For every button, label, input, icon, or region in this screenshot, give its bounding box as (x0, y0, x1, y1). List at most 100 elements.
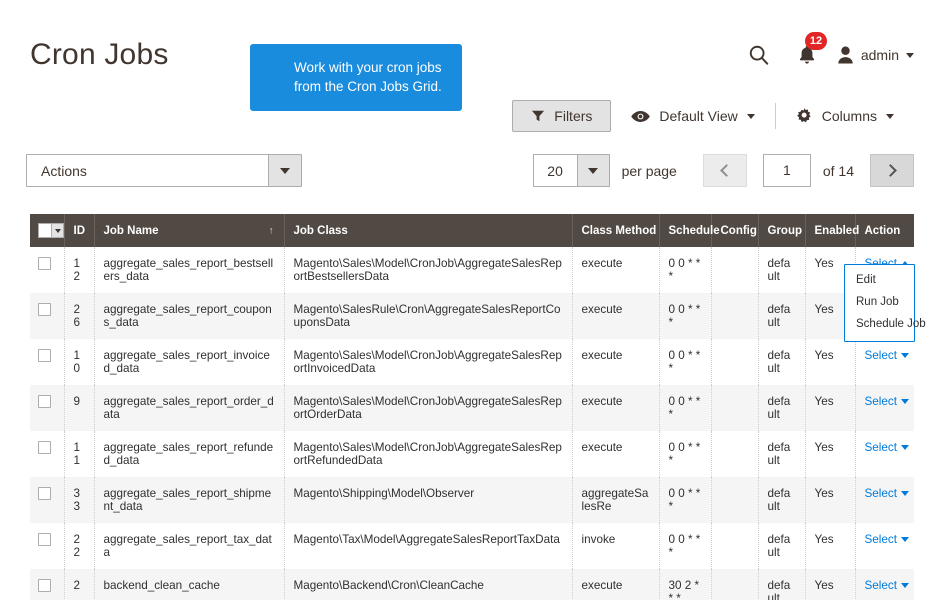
cell-id: 22 (64, 523, 95, 569)
cell-job-class: Magento\Sales\Model\CronJob\AggregateSal… (284, 431, 573, 477)
row-checkbox[interactable] (38, 441, 51, 454)
row-checkbox-cell[interactable] (30, 569, 65, 600)
cell-action[interactable]: Select (855, 431, 914, 477)
table-row[interactable]: 12 aggregate_sales_report_bestsellers_dat… (30, 247, 914, 293)
cell-job-name: aggregate_sales_report_coupons_data (94, 293, 285, 339)
per-page-value: 20 (547, 162, 563, 179)
th-id[interactable]: ID (64, 214, 95, 247)
actions-select[interactable]: Actions (26, 154, 302, 187)
row-checkbox[interactable] (38, 487, 51, 500)
cell-config (711, 293, 759, 339)
chevron-down-icon (900, 399, 909, 404)
th-group[interactable]: Group (758, 214, 806, 247)
table-row[interactable]: 10 aggregate_sales_report_invoiced_data Ma… (30, 339, 914, 385)
row-checkbox[interactable] (38, 395, 51, 408)
row-select-action[interactable]: Select (865, 533, 909, 546)
filters-button[interactable]: Filters (512, 100, 612, 132)
row-select-action[interactable]: Select (865, 487, 909, 500)
grid-toolbar: Filters Default View Columns (512, 100, 914, 132)
cell-id: 9 (64, 385, 95, 431)
th-action[interactable]: Action (855, 214, 914, 247)
previous-page-button[interactable] (702, 154, 747, 187)
chevron-down-icon (886, 113, 894, 119)
table-row[interactable]: 26 aggregate_sales_report_coupons_data Mag… (30, 293, 914, 339)
th-job-name[interactable]: Job Name ↑ (94, 214, 285, 247)
cell-group: default (758, 569, 806, 600)
default-view-button[interactable]: Default View (611, 100, 774, 132)
table-row[interactable]: 33 aggregate_sales_report_shipment_data Ma… (30, 477, 914, 523)
cell-group: default (758, 293, 806, 339)
th-schedule[interactable]: Schedule (659, 214, 720, 247)
cell-enabled: Yes (805, 477, 856, 523)
row-select-action[interactable]: Select (865, 349, 909, 362)
row-select-action[interactable]: Select (865, 395, 909, 408)
cell-action[interactable]: Select (855, 523, 914, 569)
action-menu-item-schedule-job[interactable]: Schedule Job (845, 313, 926, 335)
row-checkbox[interactable] (38, 303, 51, 316)
row-checkbox-cell[interactable] (30, 293, 65, 339)
next-page-button[interactable] (870, 154, 914, 187)
mass-select-toggle[interactable] (38, 223, 64, 238)
cell-group: default (758, 431, 806, 477)
cell-enabled: Yes (805, 431, 856, 477)
table-row[interactable]: 22 aggregate_sales_report_tax_data Magento… (30, 523, 914, 569)
action-menu-item-run-job[interactable]: Run Job (845, 291, 914, 313)
actions-select-arrow (268, 155, 301, 186)
cell-action[interactable]: Select (855, 339, 914, 385)
chevron-down-icon (54, 228, 61, 233)
cell-job-class: Magento\SalesRule\Cron\AggregateSalesRep… (284, 293, 573, 339)
th-job-name-label: Job Name (103, 224, 159, 237)
columns-label: Columns (821, 108, 877, 124)
cell-action[interactable]: Select (855, 569, 914, 600)
cron-jobs-page: Cron Jobs Work with your cron jobs from … (0, 0, 940, 600)
cell-job-name: aggregate_sales_report_bestsellers_data (94, 247, 285, 293)
cell-action[interactable]: Select (855, 385, 914, 431)
row-checkbox-cell[interactable] (30, 523, 65, 569)
cell-config (711, 477, 759, 523)
row-checkbox-cell[interactable] (30, 247, 65, 293)
gear-icon (796, 107, 811, 122)
actions-select-value: Actions (41, 162, 87, 179)
per-page-arrow (576, 155, 609, 186)
th-enabled[interactable]: Enabled (805, 214, 859, 247)
cell-action[interactable]: Select (855, 477, 914, 523)
cell-group: default (758, 247, 806, 293)
mass-select-arrow (51, 224, 63, 237)
cell-group: default (758, 523, 806, 569)
chevron-down-icon (900, 353, 909, 358)
row-checkbox-cell[interactable] (30, 431, 65, 477)
action-dropdown-menu[interactable]: Edit Run Job Schedule Job (844, 264, 926, 342)
row-checkbox[interactable] (38, 579, 51, 592)
funnel-icon (532, 110, 545, 122)
user-menu-button[interactable]: admin (837, 45, 914, 65)
pager: 20 per page 1 of 14 (532, 154, 914, 187)
action-menu-item-edit[interactable]: Edit (845, 269, 914, 291)
table-body: 12 aggregate_sales_report_bestsellers_dat… (30, 247, 914, 600)
columns-button[interactable]: Columns (776, 100, 914, 132)
table-row[interactable]: 9 aggregate_sales_report_order_data Magent… (30, 385, 914, 431)
th-select-all[interactable] (30, 214, 65, 247)
search-button[interactable] (737, 38, 781, 72)
table-header-row: ID Job Name ↑ Job Class Class Method Sch… (30, 214, 914, 247)
notifications-button[interactable]: 12 (781, 32, 833, 72)
cell-job-class: Magento\Shipping\Model\Observer (284, 477, 573, 523)
cell-config (711, 569, 759, 600)
cell-group: default (758, 339, 806, 385)
row-checkbox-cell[interactable] (30, 385, 65, 431)
cell-job-name: aggregate_sales_report_shipment_data (94, 477, 285, 523)
table-row[interactable]: 2 backend_clean_cache Magento\Backend\Cron… (30, 569, 914, 600)
th-job-class[interactable]: Job Class (284, 214, 573, 247)
cell-class-method: invoke (572, 523, 660, 569)
th-class-method[interactable]: Class Method (572, 214, 660, 247)
notification-count-badge: 12 (804, 32, 828, 50)
table-row[interactable]: 11 aggregate_sales_report_refunded_data Ma… (30, 431, 914, 477)
row-checkbox-cell[interactable] (30, 477, 65, 523)
row-checkbox[interactable] (38, 533, 51, 546)
row-select-action[interactable]: Select (865, 579, 909, 592)
per-page-select[interactable]: 20 (532, 154, 610, 187)
row-checkbox-cell[interactable] (30, 339, 65, 385)
row-select-action[interactable]: Select (865, 441, 909, 454)
row-checkbox[interactable] (38, 257, 51, 270)
page-number-input[interactable]: 1 (762, 154, 811, 187)
row-checkbox[interactable] (38, 349, 51, 362)
